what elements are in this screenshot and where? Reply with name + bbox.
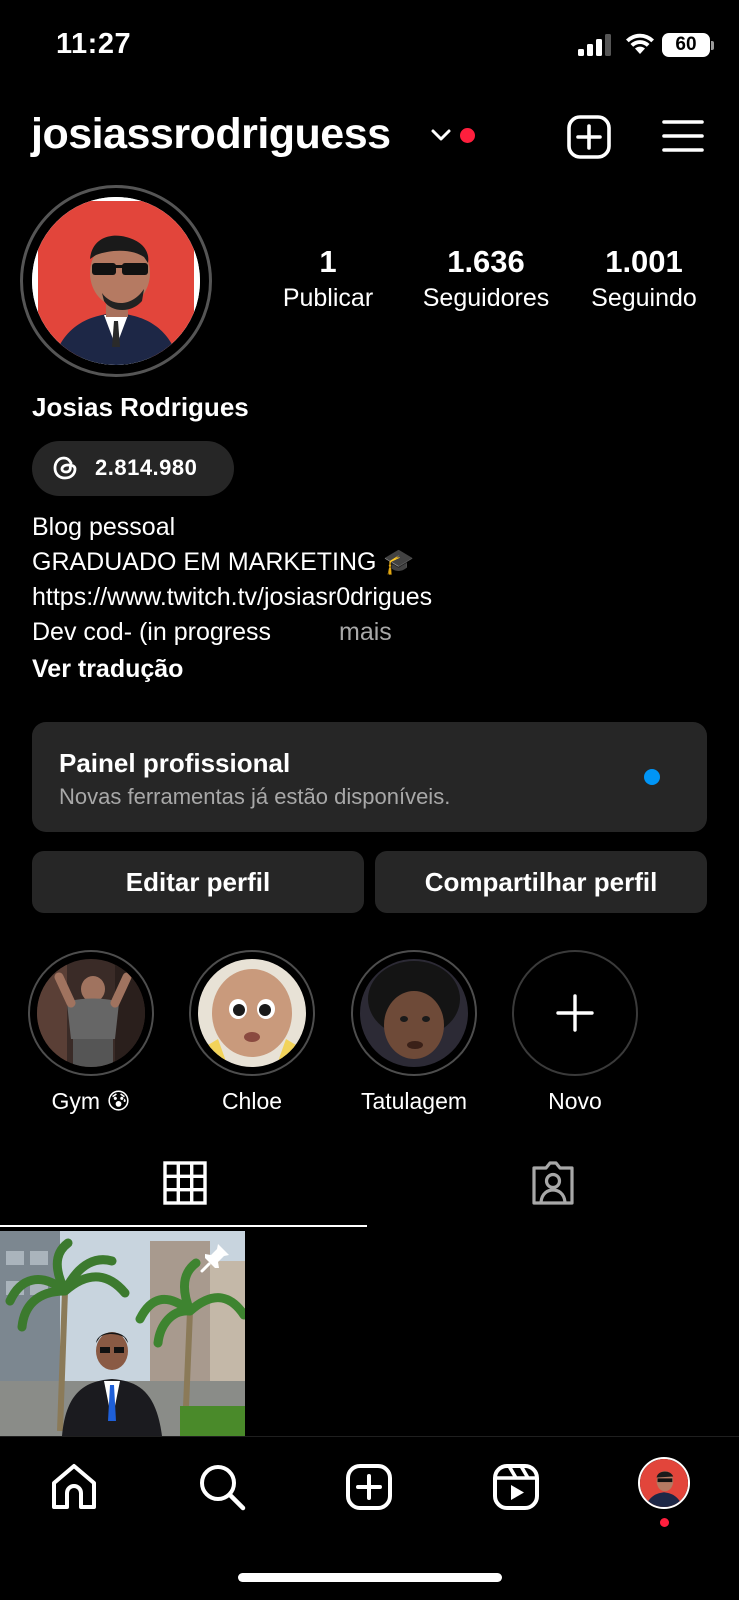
post-thumbnail[interactable] — [0, 1231, 245, 1436]
threads-badge[interactable]: 2.814.980 — [32, 441, 234, 496]
panel-title: Painel profissional — [59, 748, 291, 778]
status-bar: 11:27 60 — [0, 0, 739, 90]
active-tab-indicator — [0, 1225, 367, 1227]
bio-more-link[interactable]: mais — [339, 615, 392, 650]
highlight-ring — [28, 950, 154, 1076]
threads-icon — [53, 456, 77, 480]
stat-posts-count: 1 — [319, 244, 337, 279]
plus-icon — [556, 994, 594, 1032]
highlight-gym[interactable]: Gym 😰 — [28, 950, 154, 1115]
chevron-down-icon[interactable] — [430, 127, 452, 143]
highlight-chloe[interactable]: Chloe — [189, 950, 315, 1115]
highlight-new[interactable]: Novo — [512, 950, 638, 1115]
highlight-label: Chloe — [221, 1088, 283, 1114]
stat-followers[interactable]: 1.636 Seguidores — [410, 244, 562, 313]
cellular-signal-icon — [578, 34, 611, 56]
highlight-tatulagem[interactable]: Tatulagem — [351, 950, 477, 1115]
tagged-icon[interactable] — [528, 1160, 578, 1206]
highlight-label: Gym 😰 — [51, 1088, 131, 1114]
panel-subtitle: Novas ferramentas já estão disponíveis. — [59, 784, 451, 809]
see-translation-link[interactable]: Ver tradução — [32, 652, 183, 687]
bio-line: Dev cod- (in progress — [32, 618, 271, 646]
highlight-ring — [351, 950, 477, 1076]
menu-icon[interactable] — [662, 118, 704, 154]
wifi-icon — [626, 33, 654, 54]
search-icon[interactable] — [196, 1461, 248, 1513]
highlight-cover — [198, 959, 306, 1067]
account-switcher-username[interactable]: josiassrodriguess — [31, 110, 391, 159]
profile-avatar[interactable] — [32, 197, 200, 365]
highlight-ring — [512, 950, 638, 1076]
stat-following[interactable]: 1.001 Seguindo — [580, 244, 708, 313]
professional-dashboard-card[interactable]: Painel profissional Novas ferramentas já… — [32, 722, 707, 832]
battery-cap — [711, 41, 714, 50]
create-icon[interactable] — [343, 1461, 395, 1513]
stat-following-count: 1.001 — [605, 244, 683, 279]
stat-followers-label: Seguidores — [422, 284, 550, 312]
threads-count: 2.814.980 — [95, 455, 198, 480]
stat-following-label: Seguindo — [591, 284, 697, 312]
edit-profile-button[interactable]: Editar perfil — [32, 851, 364, 913]
profile-tab-avatar[interactable] — [638, 1457, 690, 1509]
stat-followers-count: 1.636 — [447, 244, 525, 279]
bio-line: Blog pessoal — [32, 513, 176, 541]
highlight-ring — [189, 950, 315, 1076]
stat-posts[interactable]: 1 Publicar — [272, 244, 384, 313]
pin-icon — [200, 1244, 229, 1273]
create-post-icon[interactable] — [566, 114, 612, 160]
battery-icon: 60 — [662, 33, 710, 57]
reels-icon[interactable] — [490, 1461, 542, 1513]
new-indicator-dot — [644, 769, 660, 785]
share-profile-button[interactable]: Compartilhar perfil — [375, 851, 707, 913]
status-time: 11:27 — [56, 28, 132, 60]
home-icon[interactable] — [48, 1461, 100, 1513]
highlight-label: Tatulagem — [360, 1088, 468, 1114]
profile-notification-dot — [660, 1518, 669, 1527]
highlight-cover — [360, 959, 468, 1067]
grid-icon[interactable] — [160, 1160, 210, 1206]
bio-link[interactable]: https://www.twitch.tv/josiasr0drigues — [32, 580, 432, 615]
bio-line: GRADUADO EM MARKETING 🎓 — [32, 548, 415, 576]
profile-full-name: Josias Rodrigues — [32, 392, 249, 422]
notification-dot — [460, 128, 475, 143]
home-indicator — [238, 1573, 502, 1582]
highlight-label: Novo — [548, 1088, 602, 1114]
stat-posts-label: Publicar — [282, 284, 374, 312]
highlight-cover — [37, 959, 145, 1067]
